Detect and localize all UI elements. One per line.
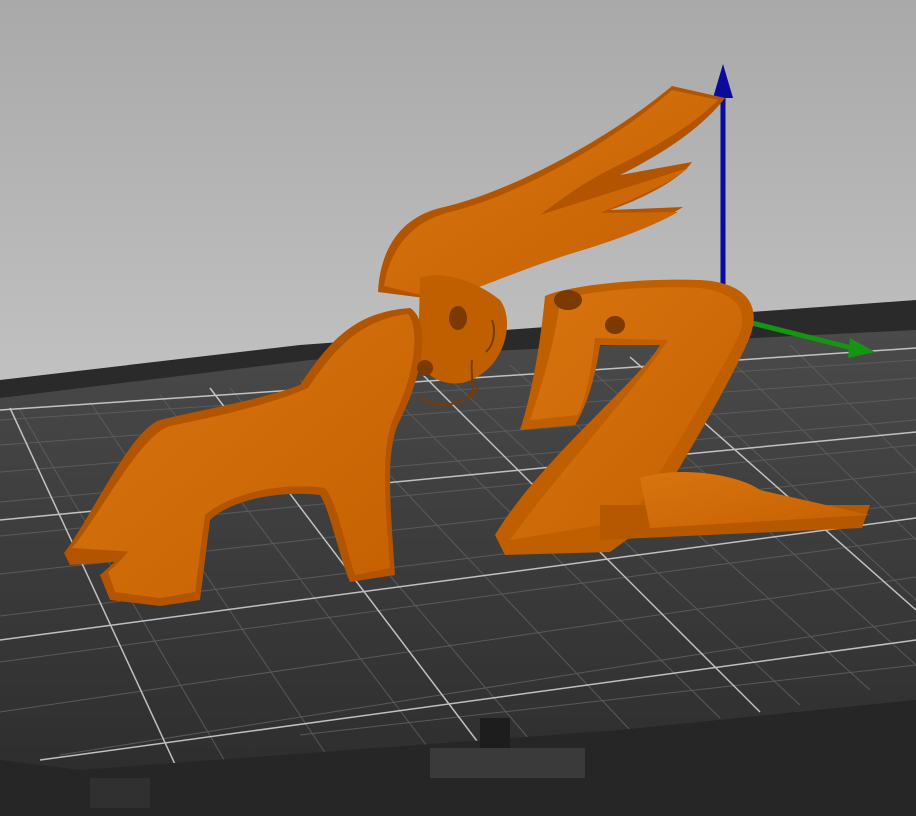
3d-viewport[interactable] xyxy=(0,0,916,816)
